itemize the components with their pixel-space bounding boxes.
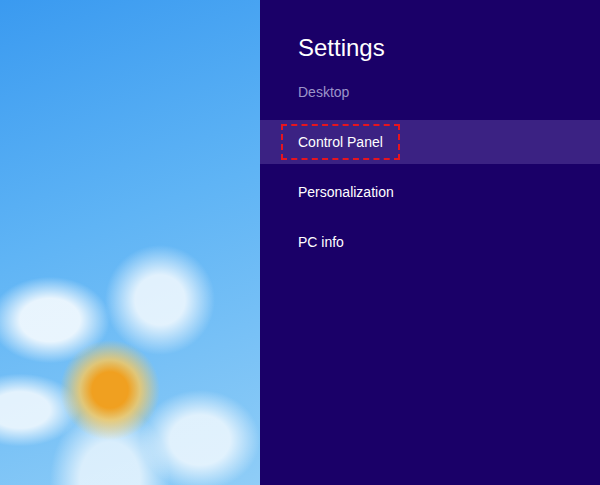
settings-item-label: Personalization	[281, 174, 411, 210]
settings-item-label: Desktop	[281, 74, 366, 110]
settings-panel: Settings Desktop Control Panel Personalizat…	[260, 0, 600, 485]
flower-photo	[0, 240, 260, 485]
wallpaper-photo	[0, 0, 260, 485]
screen: Settings Desktop Control Panel Personalizat…	[0, 0, 600, 485]
settings-item[interactable]: PC info	[260, 220, 600, 264]
settings-list: Desktop Control Panel Personalization PC in…	[260, 70, 600, 264]
settings-item[interactable]: Control Panel	[260, 120, 600, 164]
settings-item-label: PC info	[281, 224, 361, 260]
settings-item[interactable]: Personalization	[260, 170, 600, 214]
panel-title: Settings	[260, 33, 600, 63]
settings-item-label: Control Panel	[281, 124, 400, 160]
settings-item: Desktop	[260, 70, 600, 114]
